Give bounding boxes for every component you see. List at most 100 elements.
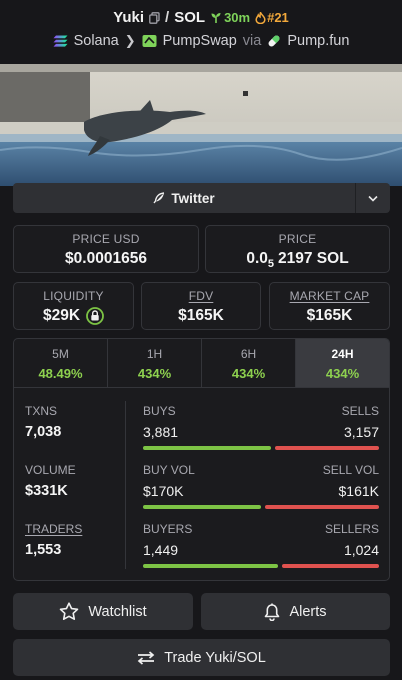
tab-change: 434% — [325, 366, 360, 381]
buys-sells-bar — [143, 446, 379, 450]
copy-icon[interactable] — [149, 11, 160, 24]
trade-button[interactable]: Trade Yuki/SOL — [13, 639, 390, 676]
price-native-value: 0.0 5 2197 SOL — [206, 250, 389, 270]
alerts-button[interactable]: Alerts — [201, 593, 390, 630]
sells-label: SELLS — [341, 404, 379, 418]
rank-value: #21 — [267, 10, 289, 25]
price-usd-value: $0.0001656 — [65, 250, 147, 267]
pair-title-row: Yuki / SOL 30m #21 — [0, 9, 402, 26]
volume-split: BUY VOL SELL VOL $170K $161K — [143, 463, 379, 509]
tab-change: 434% — [231, 366, 266, 381]
price-native-prefix: 0.0 — [246, 250, 268, 267]
swap-arrows-icon — [137, 650, 155, 665]
traders-value: 1,553 — [25, 542, 62, 558]
timeframe-tabs: 5M 48.49% 1H 434% 6H 434% 24H 434% — [14, 339, 389, 388]
sell-bar — [281, 564, 379, 568]
tab-change: 434% — [137, 366, 172, 381]
price-native-zeros: 5 — [267, 258, 275, 270]
price-native-digits: 2197 SOL — [278, 250, 349, 267]
pill-icon — [268, 35, 280, 47]
pair-separator: / — [165, 9, 170, 26]
tab-label: 24H — [331, 347, 354, 361]
txns-metric: TXNS 7,038 — [25, 404, 61, 440]
trade-label: Trade Yuki/SOL — [164, 649, 266, 666]
buys-value: 3,881 — [143, 424, 179, 440]
volume-label: VOLUME — [25, 463, 76, 477]
market-cap-value: $165K — [306, 307, 353, 324]
quote-symbol: SOL — [174, 9, 206, 26]
social-links-bar: Twitter — [13, 183, 390, 213]
fdv-value: $165K — [178, 307, 224, 324]
volume-value: $331K — [25, 483, 68, 499]
sprout-icon — [211, 12, 221, 23]
traders-metric[interactable]: TRADERS 1,553 — [25, 522, 82, 558]
sells-value: 3,157 — [343, 424, 379, 440]
traders-label[interactable]: TRADERS — [25, 522, 82, 536]
liquidity-label: LIQUIDITY — [43, 289, 104, 303]
buy-bar — [143, 505, 262, 509]
social-dropdown-button[interactable] — [355, 183, 390, 213]
chevron-down-icon — [368, 195, 378, 202]
chevron-right-icon: ❯ — [124, 33, 136, 48]
volume-bar — [143, 505, 379, 509]
buy-vol-label: BUY VOL — [143, 463, 195, 477]
price-usd-card: PRICE USD $0.0001656 — [13, 225, 199, 273]
sell-vol-value: $161K — [338, 483, 379, 499]
buy-bar — [143, 564, 278, 568]
star-icon — [60, 602, 79, 620]
liquidity-card: LIQUIDITY $29K — [13, 282, 134, 330]
buyers-label: BUYERS — [143, 522, 193, 536]
buys-sells-split: BUYS SELLS 3,881 3,157 — [143, 404, 379, 450]
lock-icon[interactable] — [86, 307, 104, 325]
fdv-label[interactable]: FDV — [142, 289, 260, 303]
pumpswap-icon — [142, 35, 157, 47]
trading-stats-panel: 5M 48.49% 1H 434% 6H 434% 24H 434% TXNS … — [13, 338, 390, 581]
sellers-value: 1,024 — [343, 542, 379, 558]
solana-icon — [53, 35, 68, 47]
tab-1h[interactable]: 1H 434% — [108, 339, 202, 387]
launchpad-link[interactable]: Pump.fun — [287, 33, 349, 49]
buyers-value: 1,449 — [143, 542, 179, 558]
watchlist-label: Watchlist — [88, 603, 147, 620]
tab-24h[interactable]: 24H 434% — [296, 339, 389, 387]
stats-divider — [125, 401, 126, 569]
chain-link[interactable]: Solana — [74, 33, 119, 49]
token-banner-image — [0, 64, 402, 186]
buy-bar — [143, 446, 271, 450]
token-symbol: Yuki — [113, 9, 145, 26]
market-cap-label[interactable]: MARKET CAP — [270, 289, 389, 303]
pair-header: Yuki / SOL 30m #21 Solana ❯ PumpSwap via… — [0, 0, 402, 62]
volume-metric: VOLUME $331K — [25, 463, 76, 499]
buyers-sellers-bar — [143, 564, 379, 568]
twitter-label: Twitter — [171, 190, 215, 206]
sell-bar — [265, 505, 379, 509]
flame-icon — [255, 11, 266, 24]
pair-age: 30m — [210, 10, 250, 25]
watchlist-button[interactable]: Watchlist — [13, 593, 193, 630]
feather-icon — [153, 192, 165, 204]
price-native-label: PRICE — [278, 232, 317, 246]
tab-label: 1H — [146, 347, 163, 361]
sell-bar — [274, 446, 379, 450]
trending-rank[interactable]: #21 — [255, 10, 289, 25]
sell-vol-label: SELL VOL — [322, 463, 379, 477]
liquidity-value-row: $29K — [14, 307, 133, 325]
txns-label: TXNS — [25, 404, 58, 418]
fdv-card[interactable]: FDV $165K — [141, 282, 261, 330]
bell-icon — [265, 603, 280, 621]
alerts-label: Alerts — [289, 603, 327, 620]
tab-change: 48.49% — [38, 366, 83, 381]
dex-link[interactable]: PumpSwap — [163, 33, 237, 49]
twitter-link[interactable]: Twitter — [13, 183, 355, 213]
buyers-sellers-split: BUYERS SELLERS 1,449 1,024 — [143, 522, 379, 568]
price-native-card: PRICE 0.0 5 2197 SOL — [205, 225, 390, 273]
tab-5m[interactable]: 5M 48.49% — [14, 339, 108, 387]
market-cap-card[interactable]: MARKET CAP $165K — [269, 282, 390, 330]
tab-label: 6H — [240, 347, 257, 361]
tab-6h[interactable]: 6H 434% — [202, 339, 296, 387]
buy-vol-value: $170K — [143, 483, 184, 499]
liquidity-value: $29K — [42, 307, 81, 324]
tab-label: 5M — [52, 347, 69, 361]
txns-value: 7,038 — [25, 424, 62, 440]
breadcrumb: Solana ❯ PumpSwap via Pump.fun — [0, 33, 402, 49]
